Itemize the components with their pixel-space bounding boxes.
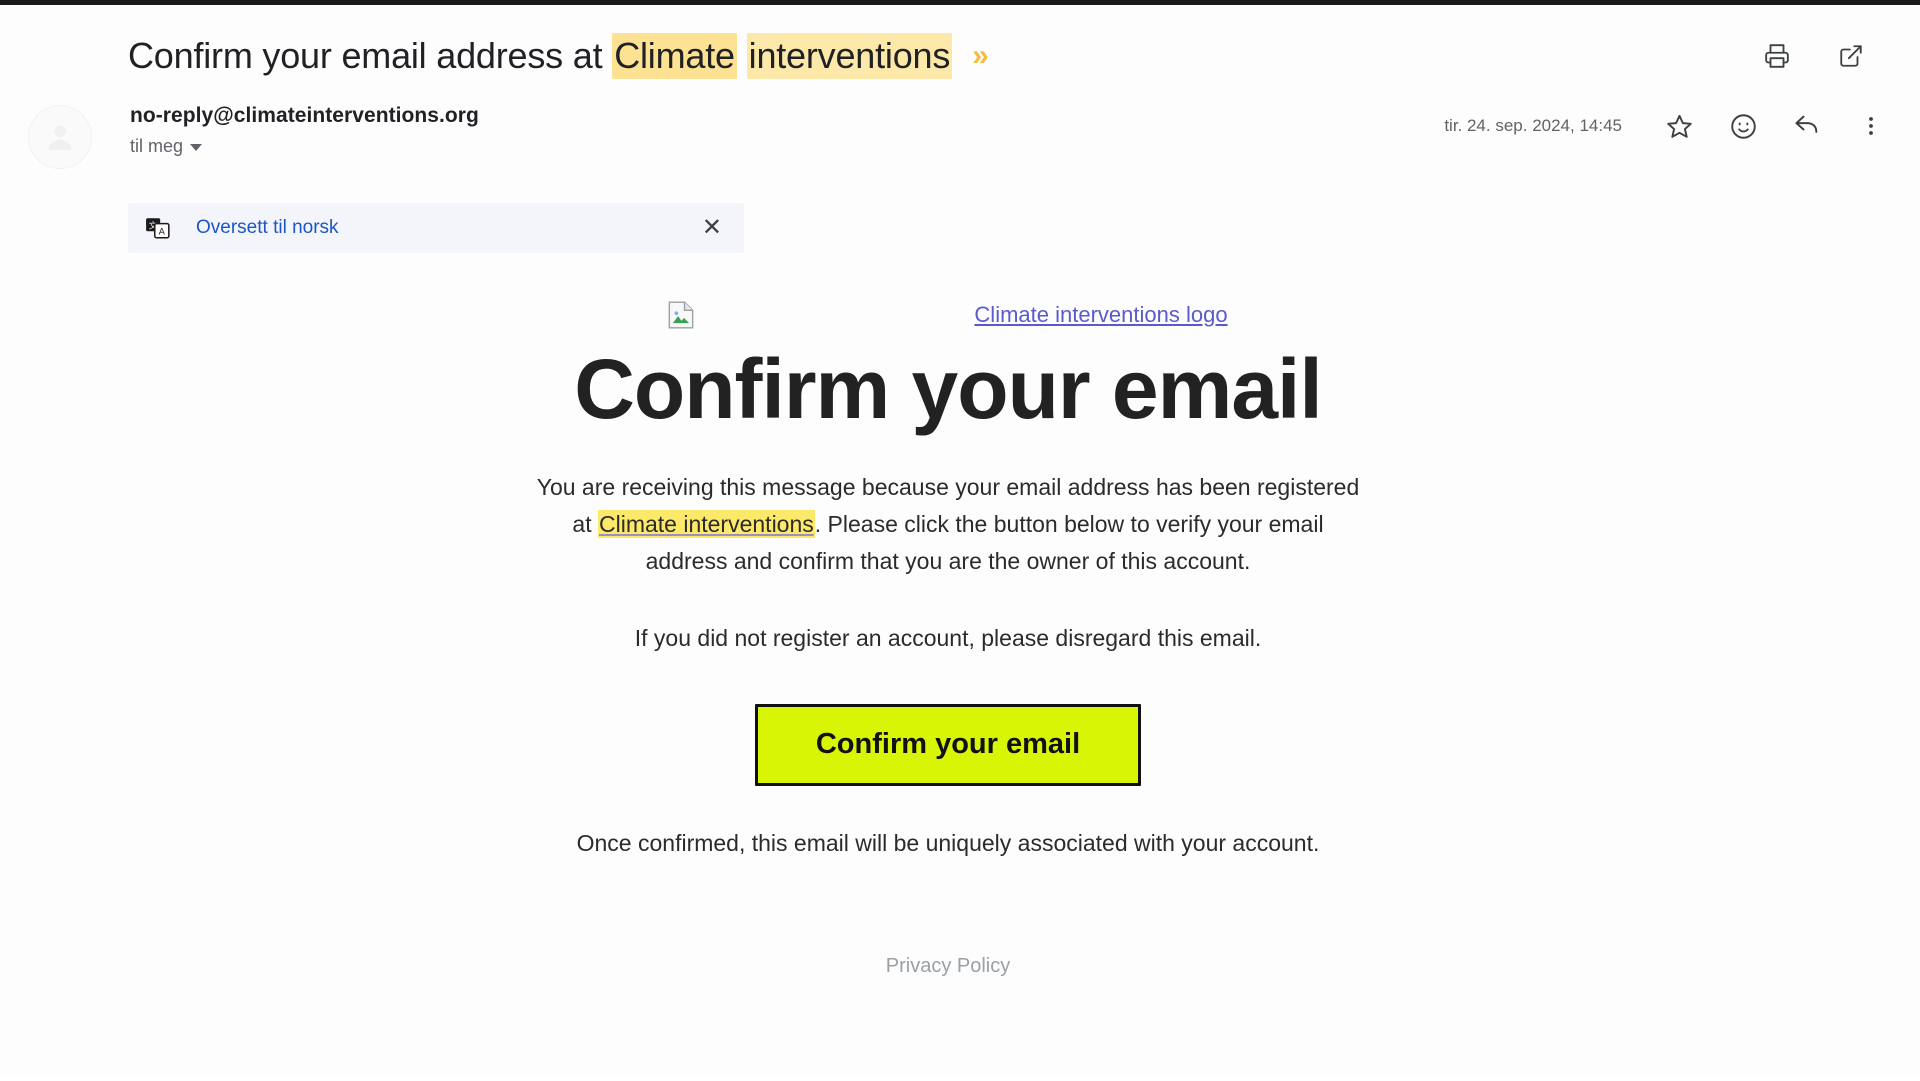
chevron-down-icon	[190, 144, 203, 151]
page-title: Confirm your email address at Climate in…	[128, 33, 953, 79]
reply-icon[interactable]	[1792, 111, 1822, 141]
cta-wrapper: Confirm your email	[128, 704, 1768, 787]
post-cta-note: Once confirmed, this email will be uniqu…	[576, 830, 1320, 857]
privacy-policy-link[interactable]: Privacy Policy	[128, 955, 1768, 978]
translate-icon: 文 A	[144, 214, 172, 242]
open-in-new-icon[interactable]	[1836, 41, 1866, 71]
subject-row: Confirm your email address at Climate in…	[0, 5, 1920, 93]
header-actions	[1762, 41, 1886, 71]
broken-image-icon	[668, 301, 694, 329]
important-marker-icon[interactable]: »	[972, 41, 989, 71]
sender-block: no-reply@climateinterventions.org til me…	[130, 103, 479, 157]
email-paragraph-2: If you did not register an account, plea…	[634, 625, 1262, 652]
email-content: Climate interventions logo Confirm your …	[128, 301, 1768, 978]
recipient-label: til meg	[130, 136, 184, 156]
email-reading-pane: Confirm your email address at Climate in…	[0, 5, 1920, 1081]
logo-row: Climate interventions logo	[128, 301, 1768, 329]
subject-prefix: Confirm your email address at	[128, 35, 613, 76]
svg-text:A: A	[159, 227, 166, 238]
message-actions: tir. 24. sep. 2024, 14:45	[1444, 111, 1886, 141]
close-icon[interactable]: ✕	[702, 216, 722, 240]
translate-bar: 文 A Oversett til norsk ✕	[128, 203, 744, 253]
emoji-icon[interactable]	[1728, 111, 1758, 141]
more-options-icon[interactable]	[1856, 111, 1886, 141]
email-heading: Confirm your email	[574, 342, 1322, 436]
recipient-toggle[interactable]: til meg	[130, 136, 479, 157]
avatar[interactable]	[28, 105, 92, 169]
sender-email[interactable]: no-reply@climateinterventions.org	[130, 103, 479, 129]
confirm-email-button[interactable]: Confirm your email	[754, 704, 1142, 787]
logo-alt-text-link[interactable]: Climate interventions logo	[974, 302, 1227, 328]
email-paragraph-1: You are receiving this message because y…	[533, 469, 1363, 580]
subject-highlight-2: interventions	[746, 33, 953, 79]
subject-highlight-1: Climate	[612, 33, 737, 79]
climate-interventions-link[interactable]: Climate interventions	[598, 510, 815, 539]
star-icon[interactable]	[1664, 111, 1694, 141]
print-icon[interactable]	[1762, 41, 1792, 71]
message-timestamp: tir. 24. sep. 2024, 14:45	[1444, 116, 1622, 135]
sender-row: no-reply@climateinterventions.org til me…	[0, 93, 1920, 177]
translate-to-norwegian-link[interactable]: Oversett til norsk	[196, 217, 339, 239]
